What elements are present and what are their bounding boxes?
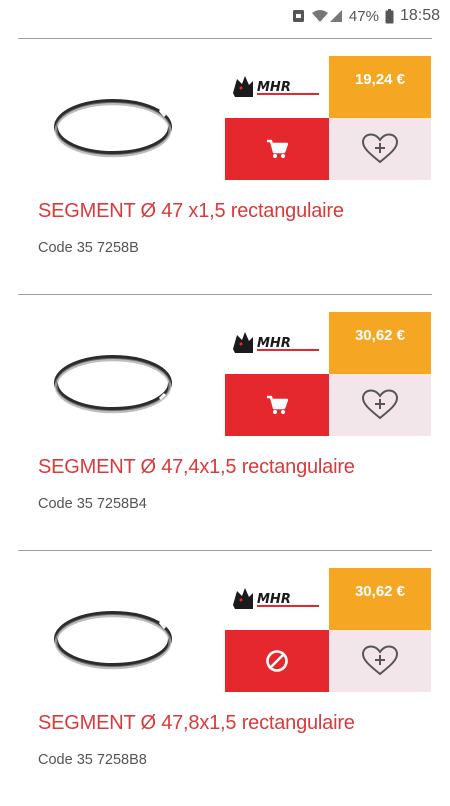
piston-ring-image	[54, 355, 172, 414]
svg-text:MHR: MHR	[257, 336, 291, 351]
add-to-cart-button[interactable]	[225, 374, 329, 436]
signal-icon	[329, 9, 343, 23]
battery-icon	[385, 8, 394, 24]
heart-plus-icon	[361, 645, 399, 676]
mhr-logo-icon: MHR	[233, 588, 319, 609]
product-code: Code 35 7258B8	[38, 752, 147, 768]
price-badge: 19,24 €	[329, 56, 431, 118]
unavailable-icon	[266, 650, 288, 672]
piston-ring-image	[54, 611, 172, 670]
price-badge: 30,62 €	[329, 312, 431, 374]
product-card[interactable]: MHR 30,62 € SEGMENT Ø 47,4x1,5 rectangul…	[0, 294, 450, 550]
mhr-logo-icon: MHR	[233, 332, 319, 353]
status-bar: 47% 18:58	[0, 0, 450, 32]
wifi-icon	[311, 9, 329, 23]
product-card[interactable]: MHR 30,62 € SEGMENT Ø 47,8x1,5 rectangul…	[0, 550, 450, 806]
brand-logo: MHR	[225, 312, 329, 374]
add-to-wishlist-button[interactable]	[329, 374, 431, 436]
brand-logo: MHR	[225, 56, 329, 118]
product-code: Code 35 7258B	[38, 240, 139, 256]
piston-ring-image	[54, 99, 172, 158]
product-title[interactable]: SEGMENT Ø 47 x1,5 rectangulaire	[38, 200, 344, 223]
unavailable-button[interactable]	[225, 630, 329, 692]
price-badge: 30,62 €	[329, 568, 431, 630]
product-title[interactable]: SEGMENT Ø 47,8x1,5 rectangulaire	[38, 712, 355, 735]
brand-logo: MHR	[225, 568, 329, 630]
product-code: Code 35 7258B4	[38, 496, 147, 512]
svg-text:MHR: MHR	[257, 592, 291, 607]
mhr-logo-icon: MHR	[233, 76, 319, 97]
product-title[interactable]: SEGMENT Ø 47,4x1,5 rectangulaire	[38, 456, 355, 479]
divider	[18, 294, 432, 295]
product-card[interactable]: MHR 19,24 € SEGMENT Ø 47 x1,5 rectangula…	[0, 38, 450, 294]
heart-plus-icon	[361, 133, 399, 164]
svg-text:MHR: MHR	[257, 80, 291, 95]
add-to-wishlist-button[interactable]	[329, 630, 431, 692]
divider	[18, 550, 432, 551]
clock: 18:58	[399, 7, 440, 24]
add-to-wishlist-button[interactable]	[329, 118, 431, 180]
heart-plus-icon	[361, 389, 399, 420]
battery-percentage: 47%	[348, 7, 379, 25]
cart-icon	[267, 395, 288, 414]
divider	[18, 38, 432, 39]
add-to-cart-button[interactable]	[225, 118, 329, 180]
notification-icon	[292, 9, 305, 23]
cart-icon	[267, 139, 288, 158]
